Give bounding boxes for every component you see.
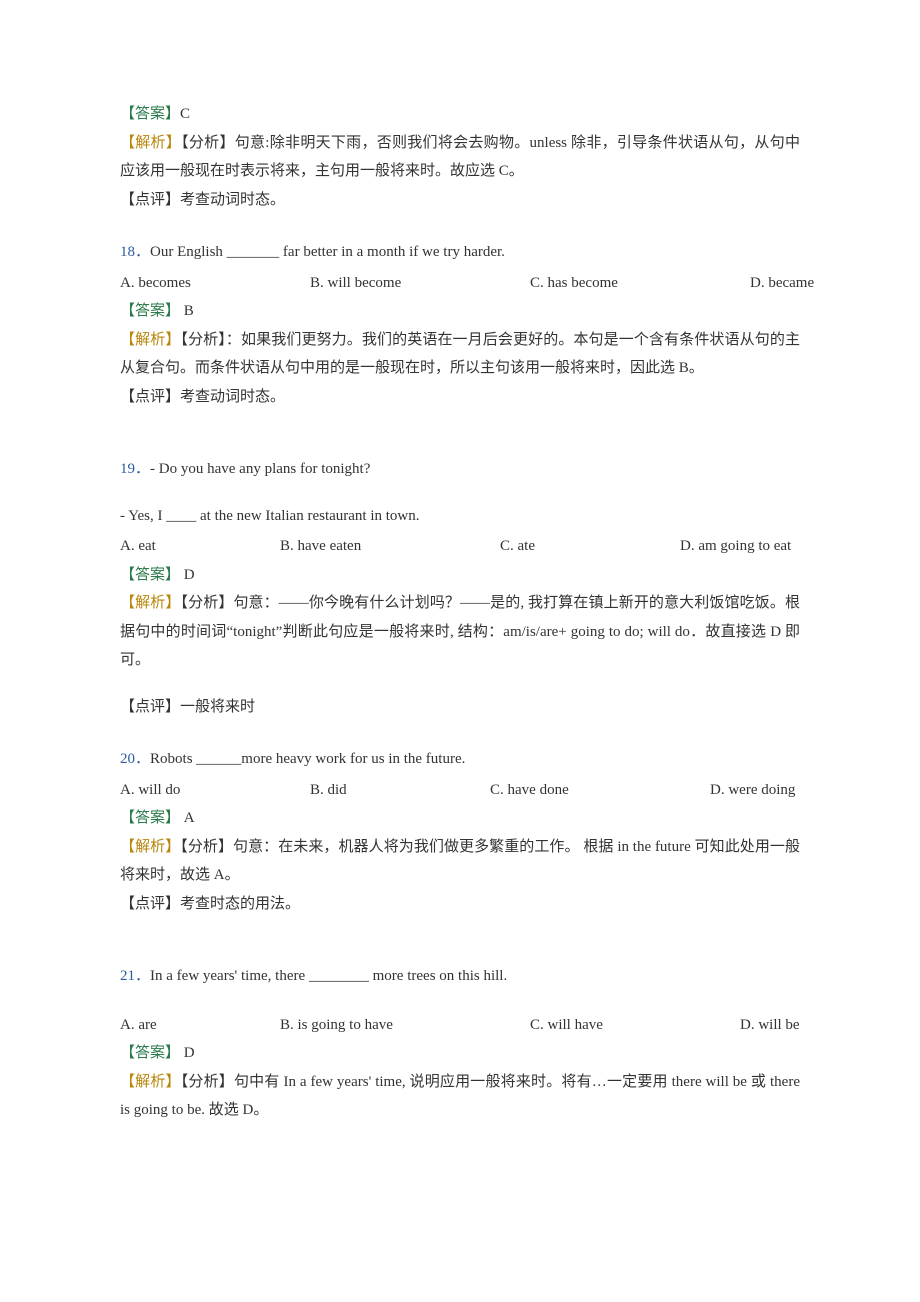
answer-label: 【答案】 xyxy=(120,567,180,583)
answer-label: 【答案】 xyxy=(120,303,180,319)
q20-choice-a: A. will do xyxy=(120,776,310,805)
q21-choice-a: A. are xyxy=(120,1011,280,1040)
q19-line2: - Yes, I ____ at the new Italian restaur… xyxy=(120,502,800,531)
q21-choice-d: D. will be xyxy=(740,1011,820,1040)
q18-choice-a: A. becomes xyxy=(120,269,310,298)
comment-label: 【点评】 xyxy=(120,896,180,912)
analysis-label: 【分析】 xyxy=(180,332,225,348)
q19: 19．- Do you have any plans for tonight? … xyxy=(120,455,800,721)
q18-choice-d: D. became xyxy=(750,269,834,298)
q21: 21．In a few years' time, there ________ … xyxy=(120,962,800,1125)
q19-comment: 一般将来时 xyxy=(180,699,255,715)
q20-comment: 考查时态的用法。 xyxy=(180,896,300,912)
comment-label: 【点评】 xyxy=(120,699,180,715)
q20-answer: A xyxy=(180,810,195,826)
q21-num: 21． xyxy=(120,968,150,984)
explanation-label: 【解析】 xyxy=(120,595,180,611)
q20-num: 20． xyxy=(120,751,150,767)
q19-text: - Do you have any plans for tonight? xyxy=(150,461,370,477)
q18-num: 18． xyxy=(120,244,150,260)
q17-tail: 【答案】C 【解析】【分析】句意:除非明天下雨，否则我们将会去购物。unless… xyxy=(120,100,800,214)
q18-choice-c: C. has become xyxy=(530,269,750,298)
q20-choice-c: C. have done xyxy=(490,776,710,805)
q19-choice-b: B. have eaten xyxy=(280,532,500,561)
q18-comment: 考查动词时态。 xyxy=(180,389,285,405)
explanation-label: 【解析】 xyxy=(120,135,181,151)
q18-text: Our English _______ far better in a mont… xyxy=(150,244,505,260)
answer-label: 【答案】 xyxy=(120,810,180,826)
q19-choice-a: A. eat xyxy=(120,532,280,561)
q20-choice-b: B. did xyxy=(310,776,490,805)
q19-answer: D xyxy=(180,567,195,583)
comment-label: 【点评】 xyxy=(120,389,180,405)
explanation-label: 【解析】 xyxy=(120,1074,181,1090)
q19-choice-d: D. am going to eat xyxy=(680,532,811,561)
q20-choices: A. will do B. did C. have done D. were d… xyxy=(120,776,800,805)
analysis-label: 【分析】 xyxy=(180,595,233,611)
q18-choice-b: B. will become xyxy=(310,269,530,298)
q20-text: Robots ______more heavy work for us in t… xyxy=(150,751,465,767)
q19-choice-c: C. ate xyxy=(500,532,680,561)
comment-label: 【点评】 xyxy=(120,192,180,208)
answer-label: 【答案】 xyxy=(120,1045,180,1061)
q19-num: 19． xyxy=(120,461,150,477)
q17-answer: C xyxy=(180,106,190,122)
q21-text: In a few years' time, there ________ mor… xyxy=(150,968,507,984)
q21-choices: A. are B. is going to have C. will have … xyxy=(120,1011,800,1040)
q21-choice-b: B. is going to have xyxy=(280,1011,530,1040)
q21-answer: D xyxy=(180,1045,195,1061)
analysis-label: 【分析】 xyxy=(181,135,235,151)
analysis-label: 【分析】 xyxy=(181,1074,234,1090)
explanation-label: 【解析】 xyxy=(120,839,180,855)
q18: 18．Our English _______ far better in a m… xyxy=(120,238,800,411)
answer-label: 【答案】 xyxy=(120,106,180,122)
q21-choice-c: C. will have xyxy=(530,1011,740,1040)
q17-comment: 考查动词时态。 xyxy=(180,192,285,208)
analysis-label: 【分析】 xyxy=(180,839,233,855)
q19-choices: A. eat B. have eaten C. ate D. am going … xyxy=(120,532,800,561)
q20-choice-d: D. were doing xyxy=(710,776,815,805)
q18-choices: A. becomes B. will become C. has become … xyxy=(120,269,800,298)
q20: 20．Robots ______more heavy work for us i… xyxy=(120,745,800,918)
q18-answer: B xyxy=(180,303,194,319)
explanation-label: 【解析】 xyxy=(120,332,180,348)
